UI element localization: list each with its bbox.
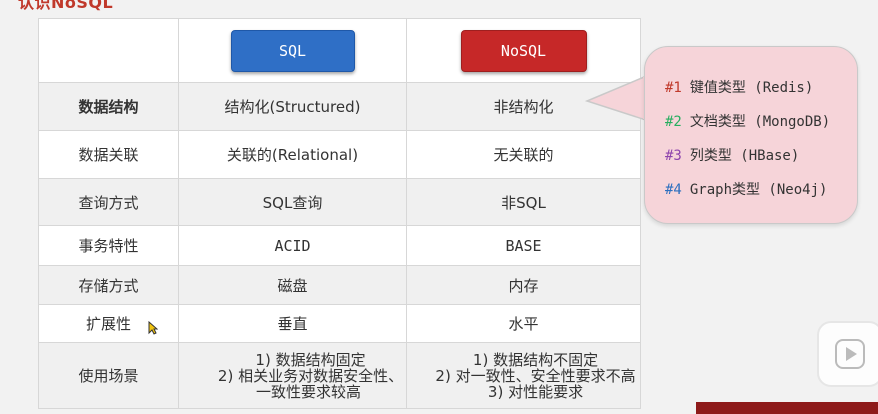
callout-item-text: 键值类型 (Redis) [689, 80, 814, 96]
callout-item: #2 文档类型 (MongoDB) [665, 105, 857, 139]
callout-item: #3 列类型 (HBase) [665, 139, 857, 173]
row-label: 存储方式 [38, 265, 179, 305]
slide-title: 认识NoSQL [18, 0, 114, 12]
nosql-scenario-cell: 1) 数据结构不固定 2) 对一致性、安全性要求不高 3) 对性能要求 [406, 342, 641, 409]
table-row: 事务特性 ACID BASE [38, 225, 641, 266]
nosql-scenario-line: 2) 对一致性、安全性要求不高 [435, 366, 636, 385]
nosql-cell: BASE [406, 225, 641, 266]
table-row: 数据结构 结构化(Structured) 非结构化 [38, 82, 641, 131]
comparison-table: SQL NoSQL 数据结构 结构化(Structured) 非结构化 数据关联… [38, 18, 641, 409]
play-icon [835, 339, 865, 369]
sql-cell: SQL查询 [178, 178, 407, 226]
callout-item-number: #2 [665, 114, 682, 130]
nosql-cell: 水平 [406, 304, 641, 343]
table-row: 使用场景 1) 数据结构固定 2) 相关业务对数据安全性、 一致性要求较高 1)… [38, 342, 641, 409]
sql-scenario-line: 1) 数据结构固定 [255, 350, 366, 369]
nosql-header-badge: NoSQL [460, 29, 587, 72]
table-row: 扩展性 垂直 水平 [38, 304, 641, 343]
sql-scenario-cell: 1) 数据结构固定 2) 相关业务对数据安全性、 一致性要求较高 [178, 342, 407, 409]
callout-item-number: #1 [665, 80, 682, 96]
nosql-types-callout: #1 键值类型 (Redis) #2 文档类型 (MongoDB) #3 列类型 (H… [644, 46, 858, 224]
callout-item-text: 文档类型 (MongoDB) [689, 114, 831, 130]
nosql-cell: 非SQL [406, 178, 641, 226]
nosql-scenario-line: 3) 对性能要求 [487, 382, 584, 401]
corner-cell [38, 18, 179, 83]
sql-cell: 垂直 [178, 304, 407, 343]
callout-item-number: #3 [665, 148, 682, 164]
callout-item-text: Graph类型 (Neo4j) [689, 182, 828, 198]
row-label: 数据关联 [38, 130, 179, 179]
sql-cell: 磁盘 [178, 265, 407, 305]
callout-item: #1 键值类型 (Redis) [665, 71, 857, 105]
nosql-cell: 无关联的 [406, 130, 641, 179]
callout-item-text: 列类型 (HBase) [689, 148, 800, 164]
sql-scenario-line: 一致性要求较高 [255, 382, 361, 401]
sql-cell: ACID [178, 225, 407, 266]
callout-item: #4 Graph类型 (Neo4j) [665, 173, 857, 207]
sql-cell: 结构化(Structured) [178, 82, 407, 131]
sql-scenario-line: 2) 相关业务对数据安全性、 [217, 366, 404, 385]
table-row: 数据关联 关联的(Relational) 无关联的 [38, 130, 641, 179]
mouse-cursor-icon [148, 321, 158, 335]
table-row: 查询方式 SQL查询 非SQL [38, 178, 641, 226]
callout-item-number: #4 [665, 182, 682, 198]
nosql-scenario-line: 1) 数据结构不固定 [472, 350, 599, 369]
video-play-button[interactable] [817, 321, 878, 387]
row-label: 数据结构 [38, 82, 179, 131]
row-label: 事务特性 [38, 225, 179, 266]
table-row: 存储方式 磁盘 内存 [38, 265, 641, 305]
bottom-banner-strip [696, 402, 878, 414]
sql-header-cell: SQL [178, 18, 407, 83]
sql-header-badge: SQL [230, 29, 355, 72]
callout-tail [585, 74, 649, 122]
nosql-cell: 内存 [406, 265, 641, 305]
row-label: 使用场景 [38, 342, 179, 409]
sql-cell: 关联的(Relational) [178, 130, 407, 179]
row-label: 查询方式 [38, 178, 179, 226]
